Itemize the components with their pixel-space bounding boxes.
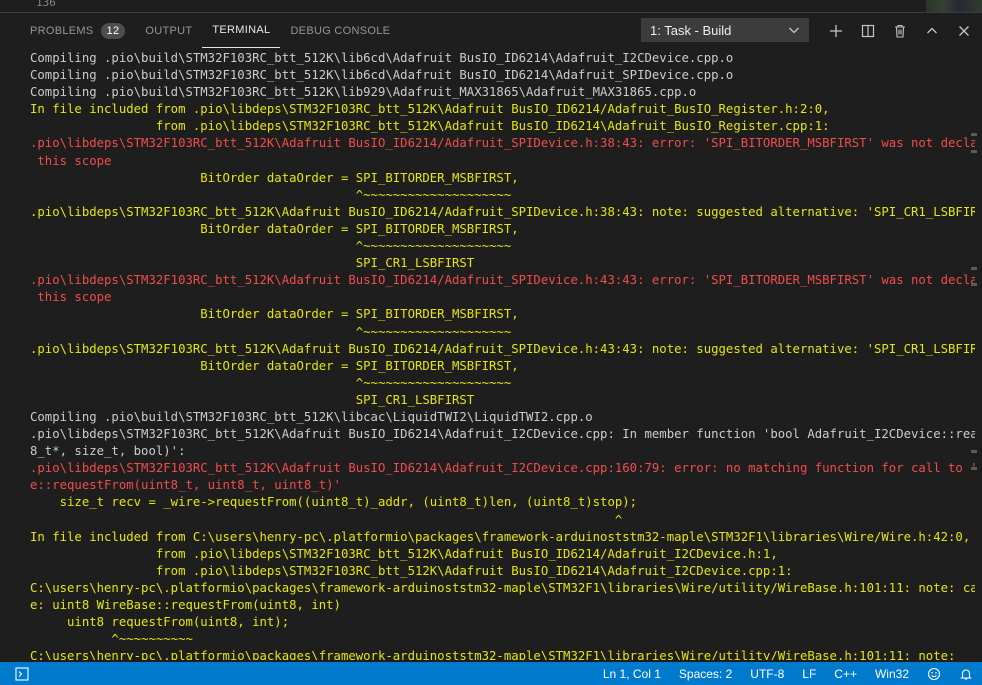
terminal-line: from .pio\libdeps\STM32F103RC_btt_512K\A…	[30, 546, 778, 561]
terminal-line: In file included from .pio\libdeps\STM32…	[30, 102, 830, 117]
encoding[interactable]: UTF-8	[741, 662, 793, 685]
terminal-line: .pio\libdeps\STM32F103RC_btt_512K\Adafru…	[30, 273, 975, 288]
plus-icon[interactable]	[820, 13, 852, 48]
tab-output[interactable]: OUTPUT	[135, 13, 202, 48]
remote-icon[interactable]	[0, 662, 44, 685]
line-ending[interactable]: LF	[793, 662, 825, 685]
terminal-line: from .pio\libdeps\STM32F103RC_btt_512K\A…	[30, 563, 793, 578]
terminal-scrollbar[interactable]	[970, 50, 982, 660]
tab-output-label: OUTPUT	[145, 24, 193, 37]
terminal-line: ^~~~~~~~~~~~~~~~~~~~~	[30, 375, 512, 390]
terminal-line: ^~~~~~~~~~~~~~~~~~~~~	[30, 187, 512, 202]
terminal-line: this scope	[30, 290, 112, 305]
configuration[interactable]: Win32	[866, 662, 918, 685]
terminal-line: BitOrder dataOrder = SPI_BITORDER_MSBFIR…	[30, 307, 519, 322]
terminal-line: ^	[30, 512, 623, 527]
terminal-line: e::requestFrom(uint8_t, uint8_t, uint8_t…	[30, 478, 341, 493]
terminal-line: BitOrder dataOrder = SPI_BITORDER_MSBFIR…	[30, 358, 519, 373]
bell-icon[interactable]	[950, 662, 982, 685]
terminal-line: ^~~~~~~~~~~~~~~~~~~~~	[30, 239, 512, 254]
scrollbar-track[interactable]	[971, 50, 980, 660]
terminal-line: .pio\libdeps\STM32F103RC_btt_512K\Adafru…	[30, 204, 975, 219]
terminal-line: In file included from C:\users\henry-pc\…	[30, 529, 971, 544]
terminal-line: C:\users\henry-pc\.platformio\packages\f…	[30, 649, 975, 660]
chevron-up-icon[interactable]	[916, 13, 948, 48]
trash-icon[interactable]	[884, 13, 916, 48]
terminal-line: 8_t*, size_t, bool)':	[30, 444, 186, 459]
terminal-line: ^~~~~~~~~~~	[30, 632, 193, 647]
terminal-line: SPI_CR1_LSBFIRST	[30, 256, 475, 271]
tab-terminal-label: TERMINAL	[212, 24, 271, 36]
terminal-select-value: 1: Task - Build	[650, 22, 732, 38]
editor-area: 136	[0, 0, 982, 12]
terminal-line: BitOrder dataOrder = SPI_BITORDER_MSBFIR…	[30, 170, 519, 185]
terminal-line: .pio\libdeps\STM32F103RC_btt_512K\Adafru…	[30, 427, 975, 442]
terminal-output[interactable]: Compiling .pio\build\STM32F103RC_btt_512…	[30, 50, 975, 660]
terminal-line: .pio\libdeps\STM32F103RC_btt_512K\Adafru…	[30, 341, 975, 356]
scrollbar-marker	[971, 267, 977, 270]
terminal-line: uint8 requestFrom(uint8, int);	[30, 615, 290, 630]
terminal-line: Compiling .pio\build\STM32F103RC_btt_512…	[30, 85, 697, 100]
status-bar: Ln 1, Col 1 Spaces: 2 UTF-8 LF C++ Win32	[0, 662, 982, 685]
terminal-line: Compiling .pio\build\STM32F103RC_btt_512…	[30, 409, 593, 424]
split-icon[interactable]	[852, 13, 884, 48]
terminal-line: .pio\libdeps\STM32F103RC_btt_512K\Adafru…	[30, 461, 975, 476]
panel-header: PROBLEMS 12 OUTPUT TERMINAL DEBUG CONSOL…	[0, 13, 982, 48]
terminal-line: Compiling .pio\build\STM32F103RC_btt_512…	[30, 51, 734, 65]
terminal-line: .pio\libdeps\STM32F103RC_btt_512K\Adafru…	[30, 136, 975, 151]
cursor-position[interactable]: Ln 1, Col 1	[594, 662, 670, 685]
scrollbar-marker	[971, 450, 977, 453]
terminal-line: e: uint8 WireBase::requestFrom(uint8, in…	[30, 598, 341, 612]
language-mode[interactable]: C++	[825, 662, 866, 685]
indentation[interactable]: Spaces: 2	[670, 662, 741, 685]
problems-count-badge: 12	[100, 22, 126, 39]
scrollbar-marker	[971, 133, 977, 136]
terminal-line: from .pio\libdeps\STM32F103RC_btt_512K\A…	[30, 119, 830, 134]
terminal-line: SPI_CR1_LSBFIRST	[30, 392, 475, 407]
status-items: Ln 1, Col 1 Spaces: 2 UTF-8 LF C++ Win32	[594, 662, 982, 685]
terminal-line: size_t recv = _wire->requestFrom((uint8_…	[30, 495, 638, 510]
terminal-line: BitOrder dataOrder = SPI_BITORDER_MSBFIR…	[30, 221, 519, 236]
smiley-icon[interactable]	[918, 662, 950, 685]
close-icon[interactable]	[948, 13, 980, 48]
panel-tabs: PROBLEMS 12 OUTPUT TERMINAL DEBUG CONSOL…	[20, 13, 400, 48]
terminal-select[interactable]: 1: Task - Build	[641, 18, 809, 42]
tab-problems[interactable]: PROBLEMS 12	[20, 13, 135, 48]
scrollbar-marker	[971, 150, 977, 153]
terminal-line: this scope	[30, 153, 112, 168]
terminal-line: C:\users\henry-pc\.platformio\packages\f…	[30, 580, 975, 595]
scrollbar-marker	[971, 467, 977, 470]
bottom-panel: PROBLEMS 12 OUTPUT TERMINAL DEBUG CONSOL…	[0, 12, 982, 663]
scrollbar-marker	[971, 283, 977, 286]
chevron-down-icon	[786, 22, 802, 41]
terminal-line: Compiling .pio\build\STM32F103RC_btt_512…	[30, 68, 734, 83]
minimap[interactable]	[926, 0, 982, 12]
line-number: 136	[36, 0, 56, 9]
tab-debug-console[interactable]: DEBUG CONSOLE	[280, 13, 400, 48]
tab-terminal[interactable]: TERMINAL	[202, 13, 281, 48]
panel-actions	[820, 13, 980, 48]
tab-debug-console-label: DEBUG CONSOLE	[290, 24, 391, 37]
tab-problems-label: PROBLEMS	[30, 24, 94, 37]
terminal-line: ^~~~~~~~~~~~~~~~~~~~~	[30, 324, 512, 339]
